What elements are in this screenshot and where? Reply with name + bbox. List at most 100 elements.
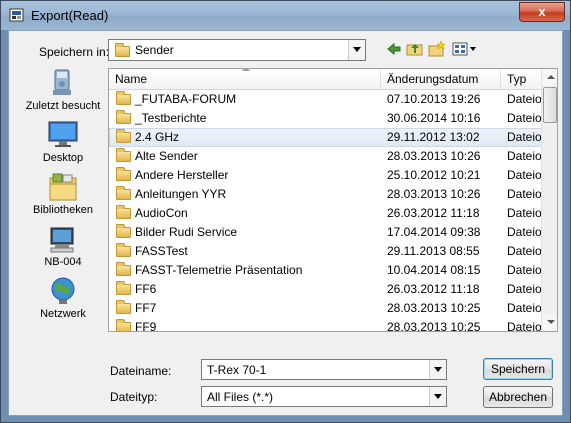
file-list[interactable]: Name Änderungsdatum Typ _FUTABA-FORUM 07.… bbox=[108, 68, 558, 332]
place-computer[interactable]: NB-004 bbox=[21, 224, 105, 274]
location-combobox[interactable]: Sender bbox=[108, 39, 366, 61]
computer-icon bbox=[50, 227, 74, 253]
save-in-label: Speichern in: bbox=[39, 45, 110, 59]
place-desktop[interactable]: Desktop bbox=[21, 120, 105, 170]
list-item[interactable]: FF6 26.03.2012 11:18 Dateio bbox=[109, 280, 542, 299]
filename-value[interactable]: T-Rex 70-1 bbox=[207, 363, 266, 377]
filename-dropdown-button[interactable] bbox=[429, 360, 446, 379]
folder-icon bbox=[116, 262, 131, 276]
file-date: 28.03.2013 10:26 bbox=[387, 187, 481, 201]
filetype-combobox[interactable]: All Files (*.*) bbox=[201, 386, 447, 407]
list-item[interactable]: Alte Sender 28.03.2013 10:26 Dateio bbox=[109, 147, 542, 166]
column-date[interactable]: Änderungsdatum bbox=[381, 69, 501, 89]
scroll-thumb[interactable] bbox=[543, 87, 557, 123]
file-date: 28.03.2013 10:25 bbox=[387, 320, 481, 332]
filename-label: Dateiname: bbox=[110, 364, 172, 378]
file-date: 07.10.2013 19:26 bbox=[387, 92, 481, 106]
place-libraries[interactable]: Bibliotheken bbox=[21, 172, 105, 222]
file-type: Dateio bbox=[507, 187, 542, 201]
file-rows: _FUTABA-FORUM 07.10.2013 19:26 Dateio _Tes… bbox=[109, 90, 542, 331]
file-name: FASST-Telemetrie Präsentation bbox=[135, 263, 303, 277]
back-icon[interactable] bbox=[385, 41, 403, 57]
file-date: 17.04.2014 09:38 bbox=[387, 225, 481, 239]
place-label: Netzwerk bbox=[40, 308, 86, 320]
file-name: FF7 bbox=[135, 301, 157, 315]
file-name: Bilder Rudi Service bbox=[135, 225, 238, 239]
file-type: Dateio bbox=[507, 130, 542, 144]
sort-ascending-icon bbox=[242, 69, 250, 71]
window-title: Export(Read) bbox=[31, 8, 109, 23]
folder-icon bbox=[116, 224, 131, 238]
file-date: 25.10.2012 10:21 bbox=[387, 168, 481, 182]
libraries-icon bbox=[49, 173, 77, 201]
recent-places-icon bbox=[53, 69, 71, 95]
list-item-selected[interactable]: 2.4 GHz 29.11.2012 13:02 Dateio bbox=[109, 128, 542, 147]
folder-icon bbox=[116, 205, 131, 219]
place-network[interactable]: Netzwerk bbox=[21, 276, 105, 326]
network-icon bbox=[51, 277, 75, 304]
folder-icon bbox=[115, 43, 130, 57]
list-item[interactable]: FASST-Telemetrie Präsentation 10.04.2014 … bbox=[109, 261, 542, 280]
dialog-body: Speichern in: Sender Zuletzt besucht Des… bbox=[8, 30, 563, 416]
folder-icon bbox=[116, 110, 131, 124]
new-folder-icon[interactable] bbox=[428, 41, 446, 57]
folder-icon bbox=[116, 148, 131, 162]
file-type: Dateio bbox=[507, 301, 542, 315]
folder-icon bbox=[116, 186, 131, 200]
location-value: Sender bbox=[135, 43, 174, 57]
file-date: 29.11.2013 08:55 bbox=[387, 244, 480, 258]
close-button[interactable]: x bbox=[519, 2, 565, 22]
desktop-icon bbox=[48, 121, 78, 147]
save-button[interactable]: Speichern bbox=[483, 358, 553, 380]
view-menu-icon[interactable] bbox=[452, 41, 478, 57]
folder-icon bbox=[116, 319, 131, 331]
column-name[interactable]: Name bbox=[109, 69, 381, 89]
scroll-down-button[interactable] bbox=[542, 314, 557, 331]
location-dropdown-button[interactable] bbox=[348, 40, 365, 60]
filetype-dropdown-button[interactable] bbox=[429, 387, 446, 406]
list-item[interactable]: AudioCon 26.03.2012 11:18 Dateio bbox=[109, 204, 542, 223]
list-item[interactable]: _Testberichte 30.06.2014 10:16 Dateio bbox=[109, 109, 542, 128]
place-recent[interactable]: Zuletzt besucht bbox=[21, 68, 105, 118]
file-type: Dateio bbox=[507, 244, 542, 258]
file-name: FF6 bbox=[135, 282, 157, 296]
file-date: 26.03.2012 11:18 bbox=[387, 206, 480, 220]
file-date: 30.06.2014 10:16 bbox=[387, 111, 481, 125]
list-item[interactable]: Bilder Rudi Service 17.04.2014 09:38 Datei… bbox=[109, 223, 542, 242]
place-label: NB-004 bbox=[44, 256, 82, 268]
folder-icon bbox=[116, 129, 131, 143]
up-folder-icon[interactable] bbox=[406, 41, 424, 57]
column-header: Name Änderungsdatum Typ bbox=[109, 69, 542, 90]
file-type: Dateio bbox=[507, 282, 542, 296]
list-item[interactable]: FF9 28.03.2013 10:25 Dateio bbox=[109, 318, 542, 332]
file-type: Dateio bbox=[507, 206, 542, 220]
file-date: 10.04.2014 08:15 bbox=[387, 263, 481, 277]
file-date: 26.03.2012 11:18 bbox=[387, 282, 480, 296]
filetype-value: All Files (*.*) bbox=[207, 390, 274, 404]
column-type[interactable]: Typ bbox=[501, 69, 542, 89]
cancel-button[interactable]: Abbrechen bbox=[483, 386, 553, 408]
file-name: _Testberichte bbox=[135, 111, 207, 125]
title-bar[interactable]: Export(Read) x bbox=[1, 1, 570, 30]
column-type-label: Typ bbox=[507, 72, 527, 86]
vertical-scrollbar[interactable] bbox=[541, 69, 557, 331]
list-item[interactable]: FF7 28.03.2013 10:25 Dateio bbox=[109, 299, 542, 318]
list-item[interactable]: FASSTest 29.11.2013 08:55 Dateio bbox=[109, 242, 542, 261]
place-label: Desktop bbox=[42, 152, 84, 164]
list-item[interactable]: _FUTABA-FORUM 07.10.2013 19:26 Dateio bbox=[109, 90, 542, 109]
file-type: Dateio bbox=[507, 111, 542, 125]
folder-icon bbox=[116, 167, 131, 181]
export-dialog: Export(Read) x Speichern in: Sender Zule… bbox=[0, 0, 571, 423]
filetype-label: Dateityp: bbox=[110, 390, 158, 404]
folder-icon bbox=[116, 281, 131, 295]
file-date: 28.03.2013 10:25 bbox=[387, 301, 481, 315]
folder-icon bbox=[116, 243, 131, 257]
list-item[interactable]: Anleitungen YYR 28.03.2013 10:26 Dateio bbox=[109, 185, 542, 204]
file-name: 2.4 GHz bbox=[135, 130, 180, 144]
file-type: Dateio bbox=[507, 168, 542, 182]
filename-combobox[interactable]: T-Rex 70-1 bbox=[201, 359, 447, 380]
file-name: FF9 bbox=[135, 320, 157, 332]
file-name: FASSTest bbox=[135, 244, 188, 258]
list-item[interactable]: Andere Hersteller 25.10.2012 10:21 Dateio bbox=[109, 166, 542, 185]
scroll-up-button[interactable] bbox=[542, 69, 557, 86]
